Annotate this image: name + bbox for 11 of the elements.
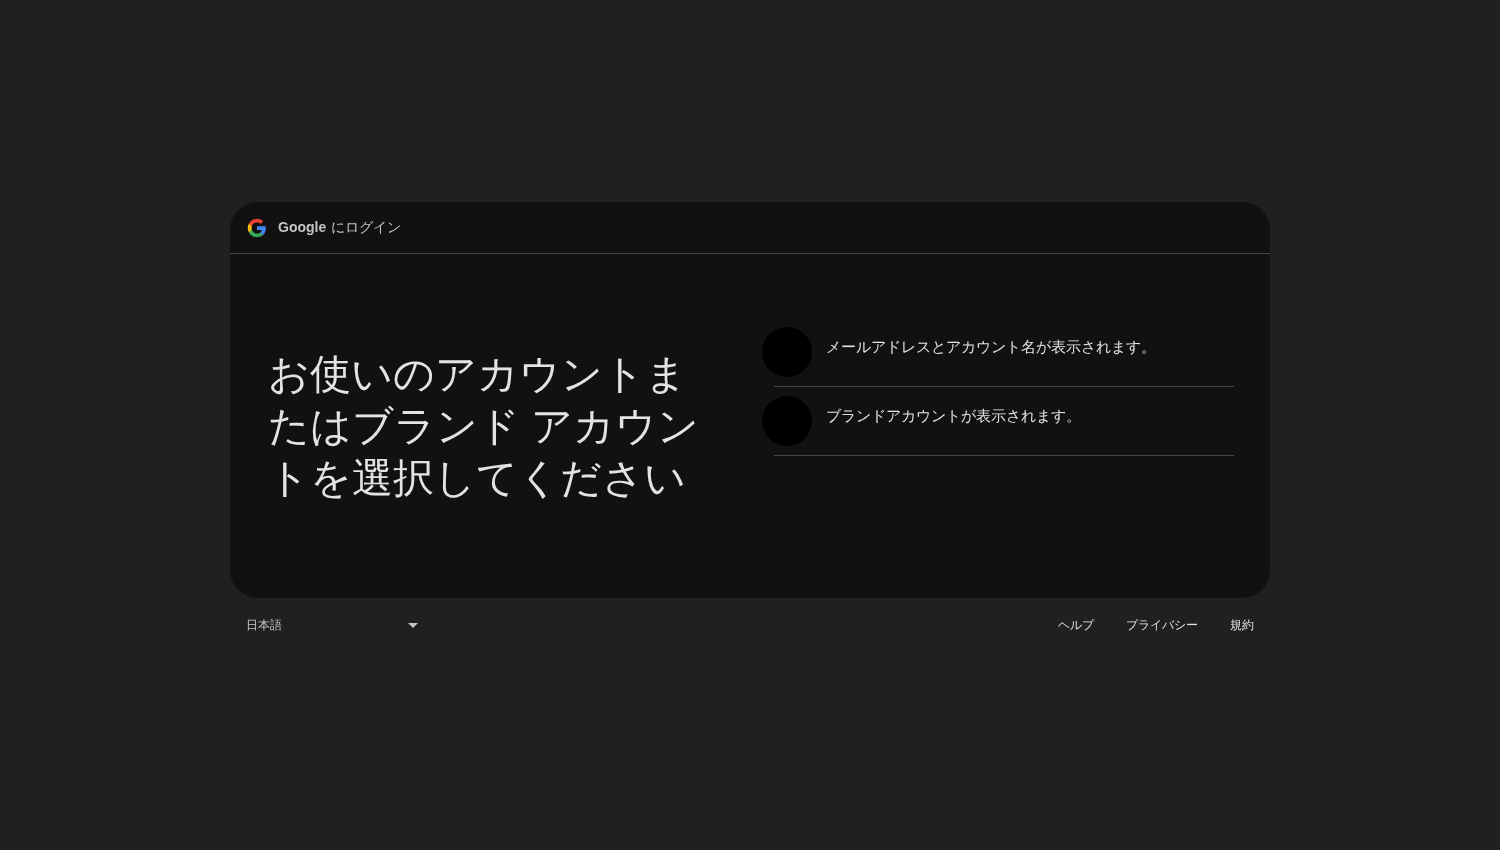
page-title: にログイン xyxy=(331,218,402,237)
footer-link[interactable]: 規約 xyxy=(1214,616,1270,634)
account-description: メールアドレスとアカウント名が表示されます。 xyxy=(826,336,1156,357)
footer-link[interactable]: プライバシー xyxy=(1110,616,1214,634)
account-description: ブランドアカウントが表示されます。 xyxy=(826,405,1081,426)
brand-name: Google xyxy=(278,218,327,237)
language-select[interactable]: 日本語 xyxy=(246,616,418,634)
heading: お使いのアカウントまたはブランド アカウントを選択してください xyxy=(268,349,701,503)
caret-icon xyxy=(408,622,418,628)
google-logo-icon xyxy=(246,216,268,239)
footer-link[interactable]: ヘルプ xyxy=(1042,616,1110,634)
